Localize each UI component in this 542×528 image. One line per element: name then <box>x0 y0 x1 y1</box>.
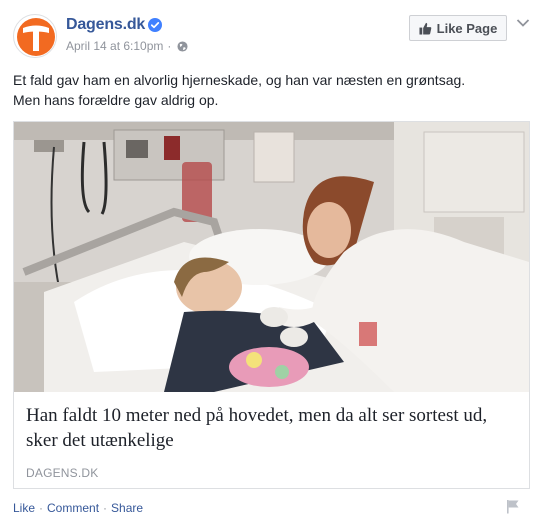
chevron-down-icon[interactable] <box>516 18 530 28</box>
actions-separator: · <box>39 501 44 515</box>
post-actions: Like · Comment · Share <box>13 501 143 515</box>
page-avatar[interactable] <box>13 14 57 58</box>
link-title[interactable]: Han faldt 10 meter ned på hovedet, men d… <box>26 403 521 453</box>
actions-separator: · <box>103 501 108 515</box>
verified-badge-icon <box>148 18 162 32</box>
post-text-line: Et fald gav ham en alvorlig hjerneskade,… <box>13 72 466 88</box>
post-text: Et fald gav ham en alvorlig hjerneskade,… <box>13 70 533 110</box>
dagens-logo <box>17 18 55 56</box>
like-page-button[interactable]: Like Page <box>409 15 507 41</box>
like-page-label: Like Page <box>436 20 498 36</box>
link-domain: DAGENS.DK <box>26 466 99 480</box>
comment-link[interactable]: Comment <box>47 501 99 515</box>
page-name[interactable]: Dagens.dk <box>66 16 145 34</box>
hospital-room-photo <box>14 122 529 392</box>
post-meta: April 14 at 6:10pm · <box>66 39 188 53</box>
share-link[interactable]: Share <box>111 501 143 515</box>
link-preview-card[interactable]: Han faldt 10 meter ned på hovedet, men d… <box>13 121 530 489</box>
post-text-line: Men hans forældre gav aldrig op. <box>13 92 219 108</box>
thumbs-up-icon <box>419 22 431 35</box>
globe-icon[interactable] <box>177 40 188 52</box>
facebook-post: Dagens.dk April 14 at 6:10pm · Like Page… <box>0 0 542 528</box>
post-timestamp[interactable]: April 14 at 6:10pm <box>66 39 163 53</box>
flag-icon[interactable] <box>506 499 520 514</box>
like-link[interactable]: Like <box>13 501 35 515</box>
meta-separator: · <box>167 39 172 53</box>
link-preview-image[interactable] <box>14 122 529 392</box>
